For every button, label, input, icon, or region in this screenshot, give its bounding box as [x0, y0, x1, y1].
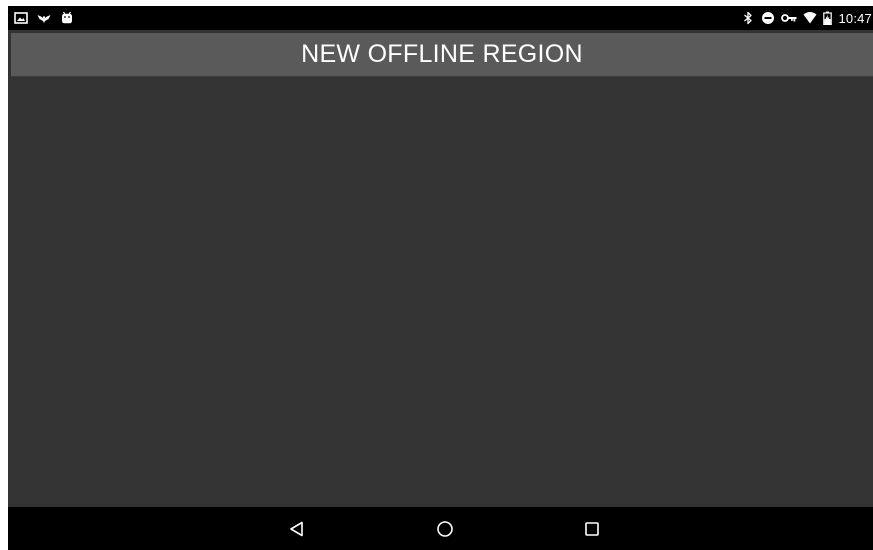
title-bar: NEW OFFLINE REGION: [11, 33, 873, 76]
home-button[interactable]: [431, 515, 459, 543]
android-notification-icon: [60, 11, 74, 25]
do-not-disturb-icon: [761, 11, 775, 25]
navigation-bar: [8, 507, 873, 550]
vpn-key-icon: [781, 11, 797, 25]
battery-charging-icon: [823, 11, 833, 25]
image-notification-icon: [14, 11, 28, 25]
notification-icons: [14, 10, 74, 26]
back-button[interactable]: [283, 515, 311, 543]
status-bar: 10:47: [8, 6, 873, 30]
page-title: NEW OFFLINE REGION: [301, 40, 583, 68]
app-content-area: NEW OFFLINE REGION: [8, 30, 873, 507]
bluetooth-icon: [741, 11, 755, 25]
recents-icon: [585, 522, 599, 536]
bird-notification-icon: [37, 11, 51, 25]
device-screen: 10:47 NEW OFFLINE REGION: [8, 6, 873, 550]
system-status-icons: 10:47: [741, 9, 873, 27]
recents-button[interactable]: [578, 515, 606, 543]
back-icon: [290, 521, 303, 537]
status-clock: 10:47: [838, 10, 872, 26]
home-icon: [437, 521, 453, 537]
wifi-icon: [803, 11, 817, 25]
